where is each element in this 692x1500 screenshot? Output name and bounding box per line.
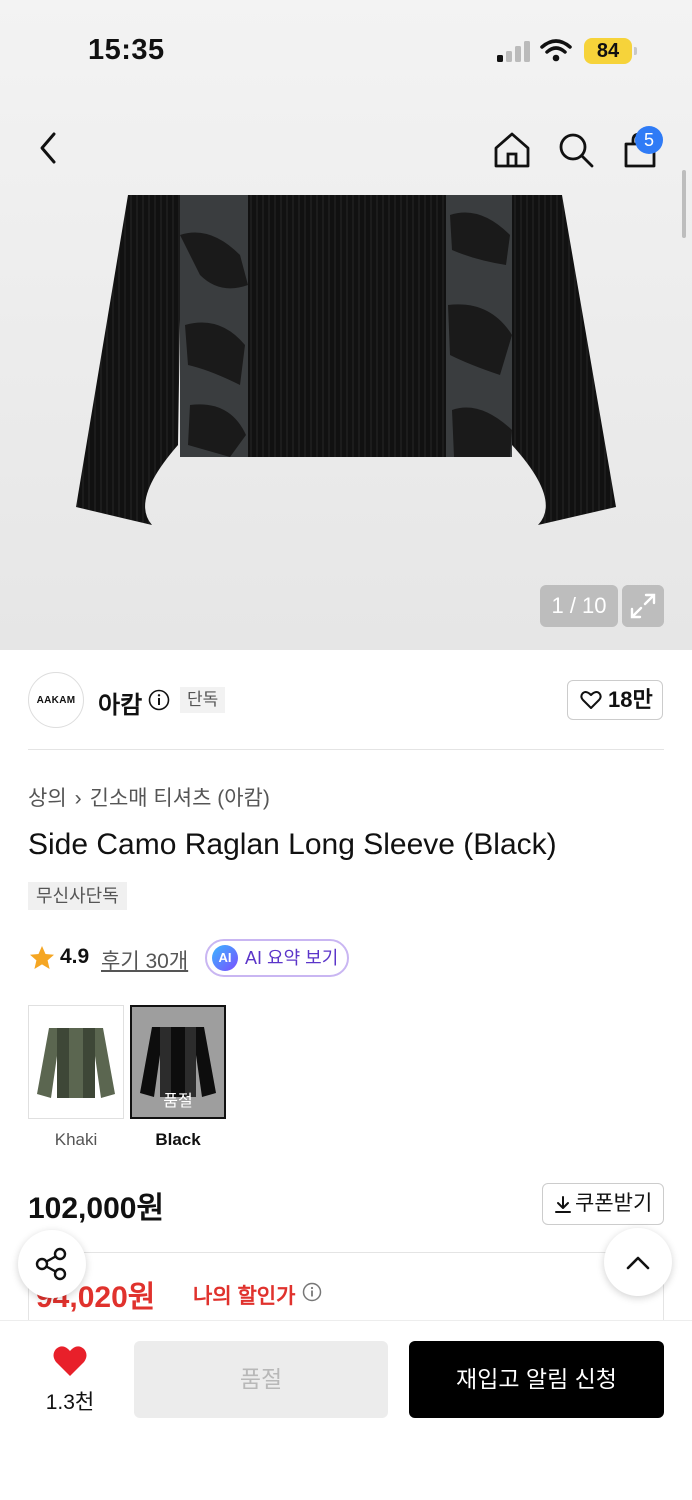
coupon-label: 쿠폰받기 (575, 1192, 653, 1215)
star-icon (30, 946, 54, 969)
color-swatch-black[interactable]: 품절 (130, 1005, 226, 1119)
brand-logo[interactable]: AAKAM (28, 672, 84, 728)
reviews-link[interactable]: 후기 30개 (101, 945, 188, 975)
scroll-top-button[interactable] (604, 1228, 672, 1296)
exclusive-tag: 무신사단독 (28, 882, 127, 910)
restock-alert-button[interactable]: 재입고 알림 신청 (409, 1341, 664, 1418)
breadcrumb-subcategory[interactable]: 긴소매 티셔츠 (아캄) (90, 782, 270, 812)
chevron-up-icon (626, 1256, 650, 1270)
info-icon[interactable] (148, 689, 170, 711)
scroll-indicator (682, 170, 686, 238)
soldout-button[interactable]: 품절 (134, 1341, 388, 1418)
home-icon[interactable] (492, 130, 532, 170)
color-swatch-khaki[interactable] (28, 1005, 124, 1119)
color-label-black: Black (155, 1130, 201, 1149)
info-icon[interactable] (302, 1282, 322, 1302)
sold-out-overlay: 품절 (163, 1093, 193, 1110)
battery-indicator: 84 (584, 38, 637, 64)
heart-outline-icon (580, 691, 602, 709)
cart-count-badge: 5 (635, 126, 663, 154)
coupon-button[interactable]: 쿠폰받기 (542, 1183, 664, 1225)
discount-label: 나의 할인가 (193, 1285, 296, 1308)
wifi-icon (540, 39, 572, 62)
product-image (76, 195, 616, 525)
product-title: Side Camo Raglan Long Sleeve (Black) (28, 828, 557, 861)
divider (28, 749, 664, 750)
brand-exclusive-tag: 단독 (180, 687, 226, 713)
chevron-right-icon: › (74, 787, 82, 810)
color-label-khaki: Khaki (54, 1130, 98, 1149)
share-icon (35, 1247, 67, 1281)
status-time: 15:35 (88, 34, 165, 66)
search-icon[interactable] (556, 130, 596, 170)
breadcrumb-category[interactable]: 상의 (28, 782, 67, 812)
expand-icon[interactable] (622, 585, 664, 627)
ai-summary-label: AI 요약 보기 (245, 948, 339, 968)
brand-like-count: 18만 (608, 687, 653, 712)
back-icon[interactable] (34, 128, 66, 168)
brand-like-button[interactable]: 18만 (567, 680, 663, 720)
cellular-signal-icon (497, 41, 530, 62)
image-counter: 1 / 10 (540, 585, 618, 627)
rating-value: 4.9 (60, 945, 90, 968)
original-price: 102,000원 (28, 1192, 165, 1225)
wish-count: 1.3천 (45, 1391, 95, 1414)
breadcrumb: 상의 › 긴소매 티셔츠 (아캄) (28, 782, 270, 812)
download-icon (555, 1196, 571, 1213)
khaki-thumbnail (37, 1028, 115, 1098)
share-button[interactable] (18, 1230, 86, 1298)
ai-badge-icon: AI (212, 945, 238, 971)
ai-summary-button[interactable]: AI AI 요약 보기 (205, 939, 349, 977)
brand-name[interactable]: 아캄 (98, 685, 142, 720)
heart-filled-icon[interactable] (52, 1344, 88, 1378)
